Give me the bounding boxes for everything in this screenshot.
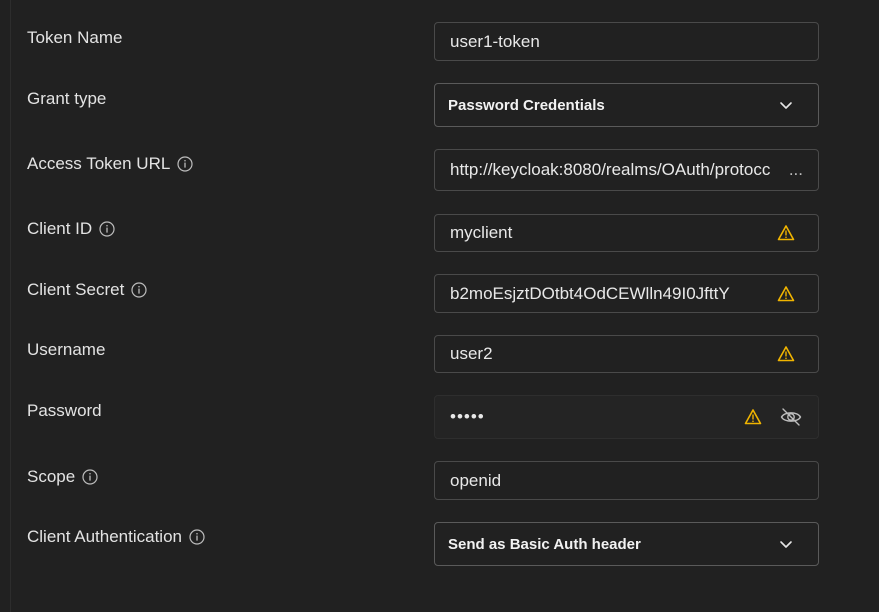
username-value: user2 bbox=[450, 344, 493, 363]
auth-settings-panel: Token Name user1-token Grant type Passwo… bbox=[0, 0, 879, 612]
client-secret-label: Client Secret bbox=[27, 280, 147, 300]
username-label-text: Username bbox=[27, 340, 106, 359]
chevron-down-icon bbox=[780, 102, 792, 109]
username-label: Username bbox=[27, 340, 105, 360]
password-value: ••••• bbox=[450, 407, 485, 426]
client-authentication-label-text: Client Authentication bbox=[27, 527, 182, 546]
client-secret-label-text: Client Secret bbox=[27, 280, 125, 299]
client-authentication-select[interactable]: Send as Basic Auth header bbox=[434, 522, 819, 566]
client-secret-input[interactable]: b2moEsjztDOtbt4OdCEWlln49I0JfttY bbox=[434, 274, 819, 313]
password-label: Password bbox=[27, 401, 102, 421]
grant-type-select[interactable]: Password Credentials bbox=[434, 83, 819, 127]
eye-off-icon[interactable] bbox=[780, 406, 802, 428]
scope-input[interactable]: openid bbox=[434, 461, 819, 500]
client-id-label: Client ID bbox=[27, 219, 115, 239]
scope-value: openid bbox=[450, 470, 502, 490]
info-icon[interactable] bbox=[82, 469, 98, 485]
chevron-down-icon bbox=[780, 541, 792, 548]
scope-label-text: Scope bbox=[27, 467, 76, 486]
grant-type-label-text: Grant type bbox=[27, 89, 107, 108]
token-name-label: Token Name bbox=[27, 28, 122, 48]
warning-icon bbox=[777, 285, 795, 301]
info-icon[interactable] bbox=[177, 156, 193, 172]
info-icon[interactable] bbox=[189, 529, 205, 545]
access-token-url-label: Access Token URL bbox=[27, 154, 193, 174]
client-id-value: myclient bbox=[450, 223, 513, 242]
overflow-ellipsis: ... bbox=[788, 160, 803, 179]
username-input[interactable]: user2 bbox=[434, 335, 819, 373]
password-input[interactable]: ••••• bbox=[434, 395, 819, 439]
access-token-url-input[interactable]: http://keycloak:8080/realms/OAuth/protoc… bbox=[434, 149, 819, 191]
token-name-input[interactable]: user1-token bbox=[434, 22, 819, 61]
client-authentication-value: Send as Basic Auth header bbox=[448, 535, 641, 553]
client-id-label-text: Client ID bbox=[27, 219, 93, 238]
password-label-text: Password bbox=[27, 401, 102, 420]
client-id-input[interactable]: myclient bbox=[434, 214, 819, 252]
access-token-url-label-text: Access Token URL bbox=[27, 154, 171, 173]
info-icon[interactable] bbox=[99, 221, 115, 237]
client-authentication-label: Client Authentication bbox=[27, 527, 205, 547]
client-secret-value: b2moEsjztDOtbt4OdCEWlln49I0JfttY bbox=[450, 283, 730, 303]
access-token-url-value: http://keycloak:8080/realms/OAuth/protoc… bbox=[450, 160, 771, 179]
token-name-label-text: Token Name bbox=[27, 28, 123, 47]
grant-type-value: Password Credentials bbox=[448, 96, 605, 114]
warning-icon bbox=[744, 409, 762, 425]
panel-left-border bbox=[10, 0, 11, 612]
scope-label: Scope bbox=[27, 467, 98, 487]
warning-icon bbox=[777, 346, 795, 362]
grant-type-label: Grant type bbox=[27, 89, 106, 109]
warning-icon bbox=[777, 225, 795, 241]
token-name-value: user1-token bbox=[450, 31, 540, 51]
info-icon[interactable] bbox=[131, 282, 147, 298]
